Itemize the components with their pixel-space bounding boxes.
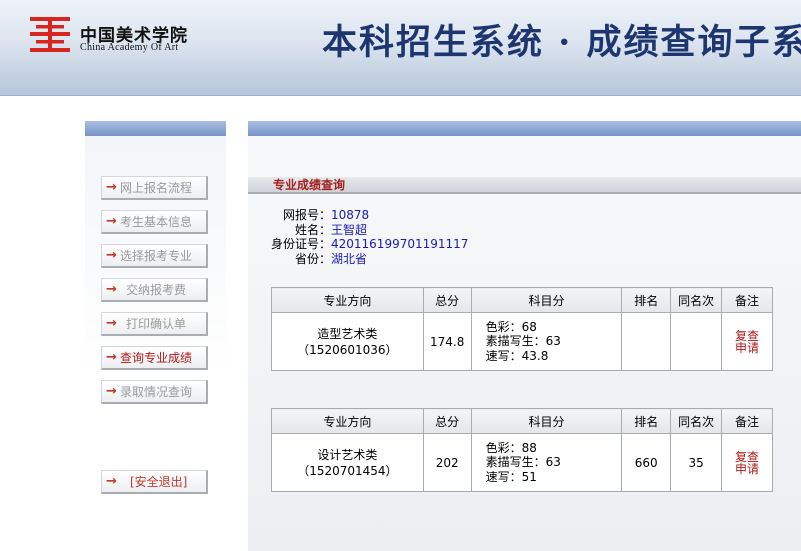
info-row-name: 姓名： 王智超 [268,223,528,238]
info-key: 省份： [294,251,331,266]
arrow-right-icon: → [106,384,117,399]
menu-item-label: 考生基本信息 [120,215,193,229]
menu-item-label: 录取情况查询 [120,385,193,399]
subject-score: 素描写生：63 [485,334,561,349]
column-header: 备注 [721,287,773,313]
menu-item-admission-status[interactable]: → 录取情况查询 [101,380,208,404]
table-header-row: 专业方向 总分 科目分 排名 同名次 备注 [271,287,773,313]
major-direction-cell: 造型艺术类 （1520601036） [271,312,424,371]
info-row-registration-no: 网报号： 10878 [268,208,528,223]
page-header: 中国美术学院 China Academy Of Art 本科招生系统 · 成绩查… [0,0,801,96]
info-value: 湖北省 [331,251,368,266]
review-request-link[interactable]: 复查申请 [734,330,760,354]
menu-item-basic-info[interactable]: → 考生基本信息 [101,210,208,234]
subject-score: 素描写生：63 [485,455,561,470]
section-title: 专业成绩查询 [248,177,801,194]
logout-button[interactable]: → [安全退出] [101,470,208,494]
same-rank: 35 [670,433,723,492]
table-row: 设计艺术类 （1520701454） 202 色彩：88 素描写生：63 速写：… [271,433,773,492]
menu-item-pay-fee[interactable]: → 交纳报考费 [101,278,208,302]
remark-cell: 复查申请 [721,433,773,492]
subject-score: 速写：51 [485,469,537,484]
major-code: （1520701454） [297,463,398,478]
column-header: 科目分 [470,287,623,313]
menu-item-print-confirmation[interactable]: → 打印确认单 [101,312,208,336]
column-header: 同名次 [670,408,723,434]
info-row-id-number: 身份证号： 420116199701191117 [268,237,528,252]
column-header: 同名次 [670,287,723,313]
arrow-right-icon: → [106,316,117,331]
column-header: 总分 [422,287,472,313]
info-value: 420116199701191117 [331,237,469,251]
arrow-right-icon: → [106,248,117,263]
system-title: 本科招生系统 · 成绩查询子系统 [322,22,801,63]
subject-scores-cell: 色彩：68 素描写生：63 速写：43.8 [470,312,623,371]
info-key: 姓名： [294,222,331,237]
arrow-right-icon: → [106,350,117,365]
major-code: （1520601036） [297,342,398,357]
menu-item-label: 打印确认单 [126,317,187,331]
score-table: 专业方向 总分 科目分 排名 同名次 备注 造型艺术类 （1520601036）… [271,287,773,371]
menu-top-bar [85,121,226,136]
rank: 660 [621,433,672,492]
column-header: 备注 [721,408,773,434]
candidate-info: 网报号： 10878 姓名： 王智超 身份证号： 420116199701191… [268,208,528,266]
menu-item-label: 网上报名流程 [120,181,193,195]
menu-item-choose-major[interactable]: → 选择报考专业 [101,244,208,268]
major-direction-cell: 设计艺术类 （1520701454） [271,433,424,492]
menu-item-registration-process[interactable]: → 网上报名流程 [101,176,208,200]
info-value: 王智超 [331,222,368,237]
rank [621,312,672,371]
subject-score: 速写：43.8 [485,348,549,363]
menu-item-label: 交纳报考费 [126,283,187,297]
menu-item-label: 选择报考专业 [120,249,193,263]
major-direction: 造型艺术类 [317,326,378,341]
arrow-right-icon: → [106,180,117,195]
logout-label: [安全退出] [130,475,188,489]
score-table: 专业方向 总分 科目分 排名 同名次 备注 设计艺术类 （1520701454）… [271,408,773,492]
remark-cell: 复查申请 [721,312,773,371]
subject-score: 色彩：68 [485,319,537,334]
table-header-row: 专业方向 总分 科目分 排名 同名次 备注 [271,408,773,434]
column-header: 科目分 [470,408,623,434]
main-top-bar [248,121,801,136]
column-header: 排名 [621,287,672,313]
side-menu: → 网上报名流程 → 考生基本信息 → 选择报考专业 → 交纳报考费 → 打印确… [85,121,226,551]
info-key: 身份证号： [270,237,331,251]
menu-item-query-scores[interactable]: → 查询专业成绩 [101,346,208,370]
table-row: 造型艺术类 （1520601036） 174.8 色彩：68 素描写生：63 速… [271,312,773,371]
total-score: 174.8 [422,312,472,371]
column-header: 专业方向 [271,287,424,313]
column-header: 排名 [621,408,672,434]
school-name-en: China Academy Of Art [80,42,179,53]
review-request-link[interactable]: 复查申请 [734,451,760,475]
main-panel: 专业成绩查询 网报号： 10878 姓名： 王智超 身份证号： 42011619… [248,121,801,551]
column-header: 专业方向 [271,408,424,434]
info-row-province: 省份： 湖北省 [268,252,528,267]
same-rank [670,312,723,371]
arrow-right-icon: → [106,474,117,489]
subject-scores-cell: 色彩：88 素描写生：63 速写：51 [470,433,623,492]
major-direction: 设计艺术类 [317,447,378,462]
arrow-right-icon: → [106,282,117,297]
arrow-right-icon: → [106,214,117,229]
info-value: 10878 [331,208,370,222]
academy-logo-icon [30,17,70,52]
info-key: 网报号： [282,208,331,222]
menu-item-label: 查询专业成绩 [120,351,193,365]
subject-score: 色彩：88 [485,440,537,455]
total-score: 202 [422,433,472,492]
column-header: 总分 [422,408,472,434]
